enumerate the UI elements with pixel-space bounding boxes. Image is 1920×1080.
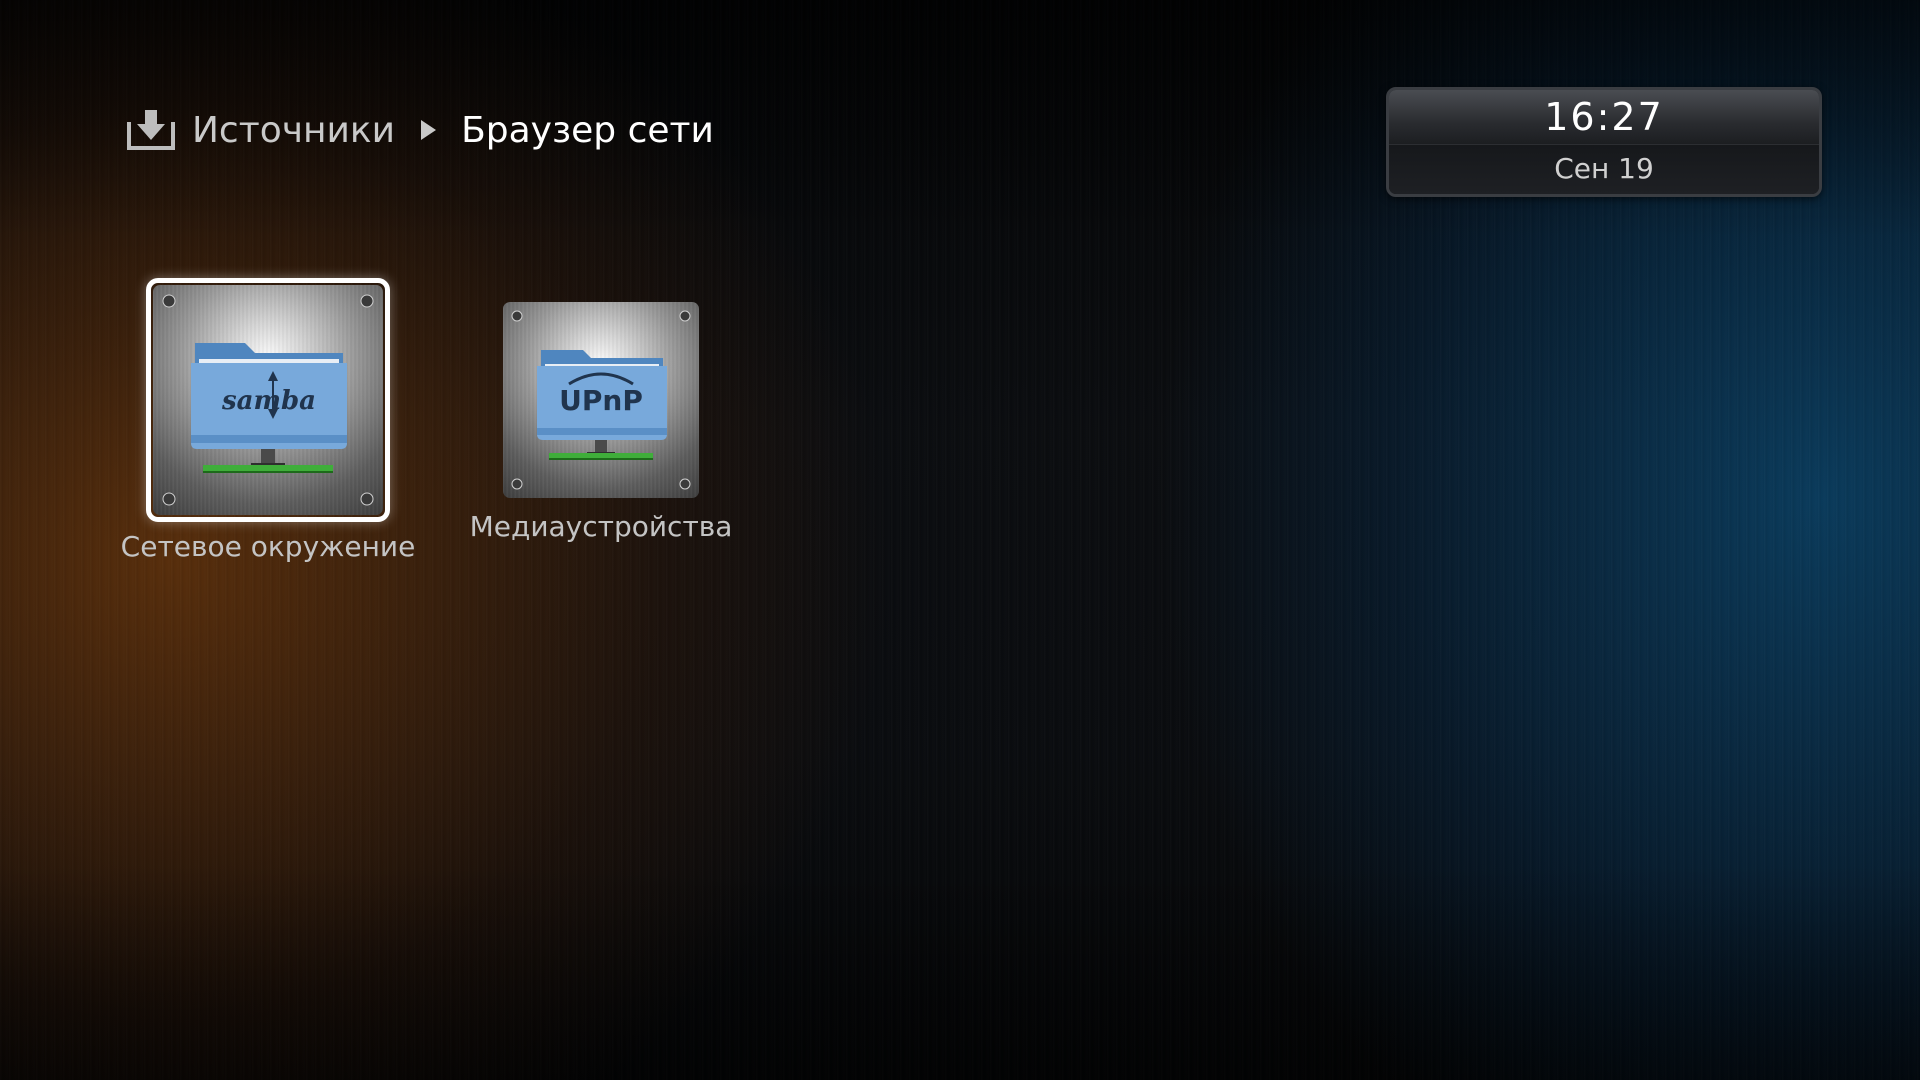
breadcrumb: Источники Браузер сети <box>126 104 714 156</box>
breadcrumb-current: Браузер сети <box>461 109 714 151</box>
svg-text:samba: samba <box>221 386 316 416</box>
source-label-samba: Сетевое окружение <box>120 530 416 563</box>
breadcrumb-arrow-icon <box>421 120 437 140</box>
sources-download-icon <box>127 110 175 150</box>
clock-widget: 16:27 Сен 19 <box>1386 87 1822 197</box>
source-tile-upnp[interactable]: UPnP Медиаустройства <box>470 300 732 550</box>
upnp-network-folder-icon: UPnP <box>503 302 699 498</box>
source-label-upnp: Медиаустройства <box>469 510 733 543</box>
samba-network-folder-icon: samba <box>153 285 383 515</box>
svg-text:UPnP: UPnP <box>559 384 643 417</box>
breadcrumb-root[interactable]: Источники <box>192 110 395 151</box>
clock-time: 16:27 <box>1389 90 1819 144</box>
source-tile-samba[interactable]: samba Сетевое окружение <box>121 278 415 568</box>
network-browser-screen: Источники Браузер сети 16:27 Сен 19 samb… <box>0 0 1920 1080</box>
clock-date: Сен 19 <box>1389 144 1819 194</box>
